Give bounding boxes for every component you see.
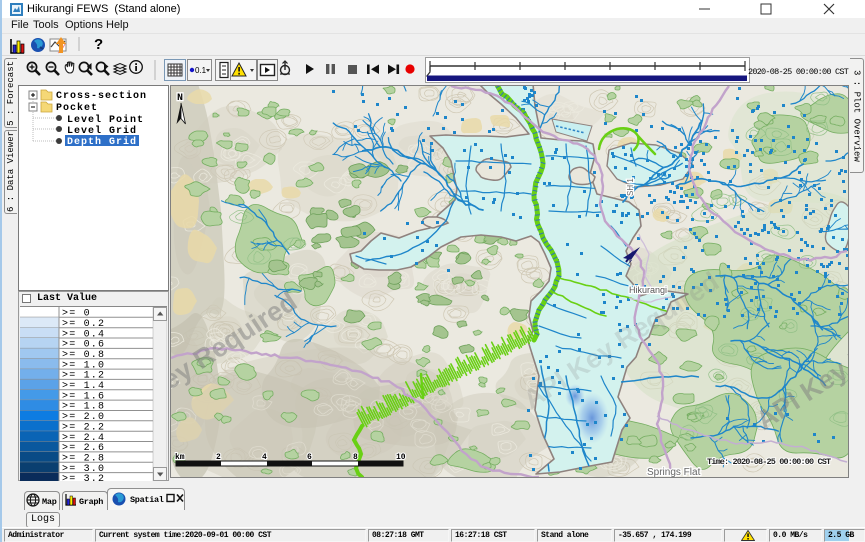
svg-text:SH 1: SH 1: [626, 178, 635, 196]
svg-text:2020-08-25 00:00:00 CST: 2020-08-25 00:00:00 CST: [748, 67, 849, 77]
svg-text:>= 1.8: >= 1.8: [62, 402, 105, 413]
svg-text:Graph: Graph: [79, 497, 103, 507]
svg-text:N: N: [177, 93, 183, 104]
svg-text:>= 2.2: >= 2.2: [62, 422, 105, 433]
svg-text:Depth Grid: Depth Grid: [67, 136, 137, 148]
svg-text:Spatial: Spatial: [130, 495, 164, 505]
svg-text:Level Grid: Level Grid: [67, 125, 137, 137]
svg-text:>= 3.2: >= 3.2: [62, 474, 105, 481]
svg-text:?: ?: [94, 36, 103, 53]
svg-text:Springs Flat: Springs Flat: [647, 467, 701, 477]
svg-text:Cross-section: Cross-section: [56, 90, 147, 102]
svg-text:Pocket: Pocket: [56, 102, 98, 114]
svg-text:>= 2.6: >= 2.6: [62, 443, 105, 454]
svg-text:>= 0.2: >= 0.2: [62, 319, 105, 330]
svg-text:Map: Map: [42, 497, 57, 507]
svg-text:>= 0.6: >= 0.6: [62, 340, 105, 351]
svg-text:>= 0.8: >= 0.8: [62, 350, 105, 361]
svg-text:0.1: 0.1: [195, 66, 207, 75]
svg-text:>= 3.0: >= 3.0: [62, 464, 105, 475]
svg-text:Time: 2020-08-25 00:00:00 CST: Time: 2020-08-25 00:00:00 CST: [707, 457, 831, 467]
svg-text:>= 1.4: >= 1.4: [62, 381, 105, 392]
svg-text:Hikurangi: Hikurangi: [629, 285, 667, 295]
svg-text:Level Point: Level Point: [67, 114, 144, 126]
